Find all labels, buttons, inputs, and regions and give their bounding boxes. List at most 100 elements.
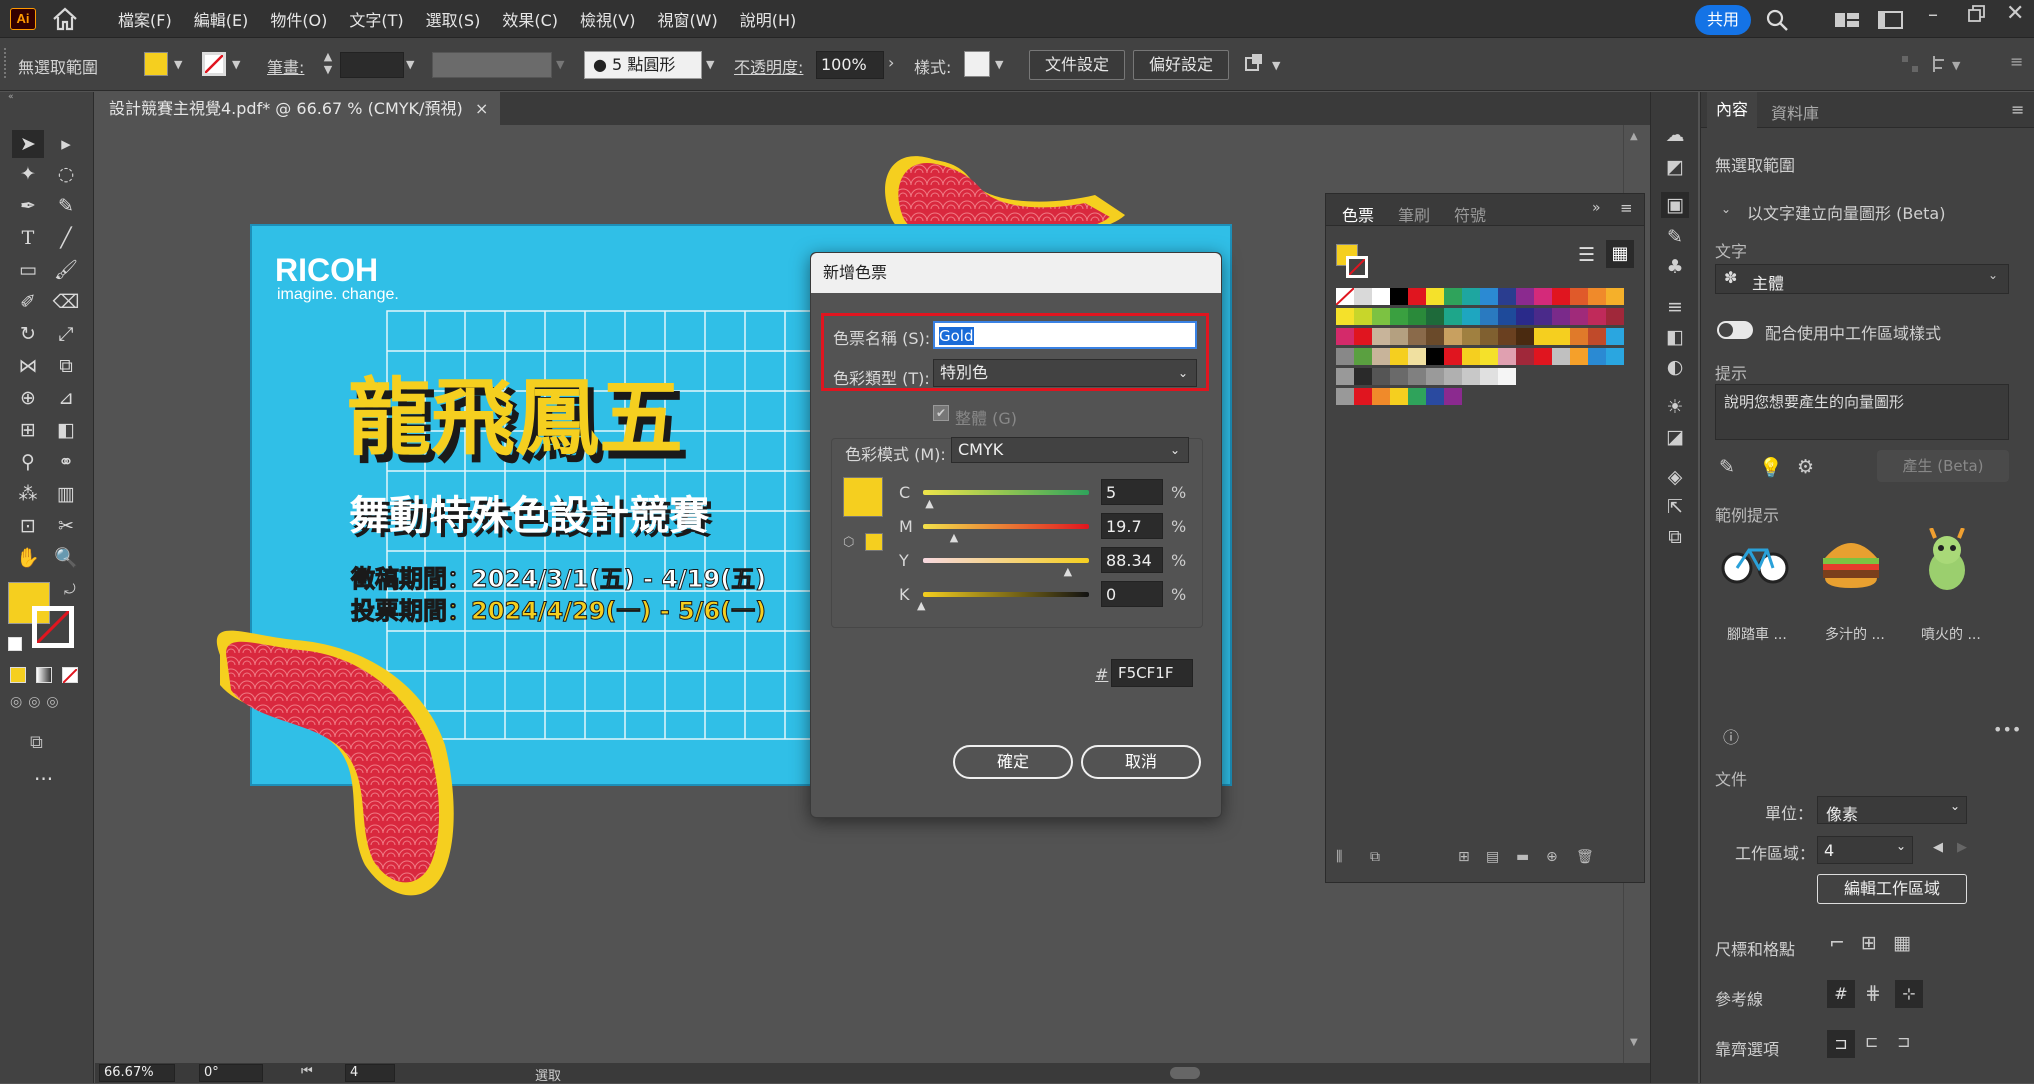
gamut-swatch[interactable] (865, 533, 883, 551)
swatch-cell[interactable] (1552, 308, 1570, 325)
hand-tool-icon[interactable]: ✋ (12, 544, 44, 572)
stroke-stepper[interactable]: ▲ ▼ (320, 50, 336, 78)
stroke-panel-icon[interactable]: ≡ (1661, 294, 1689, 320)
align-icon[interactable] (1900, 54, 1920, 78)
swatch-cell[interactable] (1498, 328, 1516, 345)
lightbulb-icon[interactable]: 💡 (1759, 456, 1783, 479)
brush-definition[interactable]: ● 5 點圓形 (584, 51, 702, 79)
swatch-cell[interactable] (1354, 328, 1372, 345)
tab-symbols[interactable]: 符號 (1454, 202, 1486, 226)
swatch-cell[interactable] (1462, 308, 1480, 325)
variable-width-profile[interactable] (432, 52, 552, 78)
zoom-field[interactable]: 66.67% (99, 1064, 175, 1082)
hex-field[interactable]: F5CF1F (1111, 659, 1193, 687)
swatch-cell[interactable] (1498, 348, 1516, 365)
swatch-cell[interactable] (1408, 388, 1426, 405)
swatch-cell[interactable] (1354, 308, 1372, 325)
rotate-tool-icon[interactable]: ↻ (12, 320, 44, 348)
swatch-cell[interactable] (1390, 328, 1408, 345)
properties-icon[interactable]: ▣ (1661, 192, 1689, 218)
tab-brushes[interactable]: 筆刷 (1398, 202, 1430, 226)
swatch-cell[interactable] (1516, 348, 1534, 365)
arrange-documents-icon[interactable] (1834, 10, 1860, 34)
eyedropper-tool-icon[interactable]: ⚲ (12, 448, 44, 476)
swatch-cell[interactable] (1534, 308, 1552, 325)
shape-builder-tool-icon[interactable]: ⊕ (12, 384, 44, 412)
brushes-icon[interactable]: ✎ (1661, 224, 1689, 250)
swatch-cell[interactable] (1552, 288, 1570, 305)
swatch-cell[interactable] (1372, 288, 1390, 305)
swatch-cell[interactable] (1444, 368, 1462, 385)
lock-guides-icon[interactable]: ⋕ (1865, 982, 1881, 1004)
menu-window[interactable]: 視窗(W) (657, 7, 717, 31)
snap-pixel-icon[interactable]: ⊏ (1865, 1032, 1878, 1051)
swatch-cell[interactable] (1498, 368, 1516, 385)
width-tool-icon[interactable]: ⋈ (12, 352, 44, 380)
swatch-cell[interactable] (1390, 368, 1408, 385)
swatch-options-icon[interactable]: ⊞ (1458, 849, 1470, 865)
style-swatch[interactable] (964, 51, 990, 77)
swatch-cell[interactable] (1372, 328, 1390, 345)
chevron-down-icon[interactable]: ▼ (232, 58, 240, 71)
swatch-cell[interactable] (1570, 348, 1588, 365)
swatch-cell[interactable] (1336, 368, 1354, 385)
scroll-up-icon[interactable]: ▲ (1630, 131, 1638, 142)
free-transform-tool-icon[interactable]: ⧉ (50, 352, 82, 380)
chevron-right-icon[interactable]: › (888, 53, 894, 72)
swatch-cell[interactable] (1534, 328, 1552, 345)
blend-tool-icon[interactable]: ⚭ (50, 448, 82, 476)
info-icon[interactable]: ⓘ (1723, 724, 1739, 748)
swap-colors-icon[interactable]: ⤾ (64, 582, 76, 598)
swatch-cell[interactable] (1534, 348, 1552, 365)
swatch-cell[interactable] (1426, 348, 1444, 365)
trash-icon[interactable]: 🗑 (1576, 849, 1594, 865)
swatch-cell[interactable] (1444, 288, 1462, 305)
chevron-down-icon[interactable]: ▼ (706, 58, 714, 71)
cancel-button[interactable]: 取消 (1081, 745, 1201, 779)
stroke-weight-field[interactable] (340, 52, 404, 78)
search-icon[interactable] (1765, 8, 1789, 36)
libraries-icon[interactable]: ☁ (1661, 122, 1689, 148)
graph-tool-icon[interactable]: ▥ (50, 480, 82, 508)
share-button[interactable]: 共用 (1695, 5, 1751, 35)
text-to-vector-title[interactable]: 以文字建立向量圖形 (Beta) (1747, 200, 1945, 224)
type-tool-icon[interactable]: T (12, 224, 44, 252)
screen-mode-icon[interactable]: ⧉ (30, 732, 43, 753)
menu-file[interactable]: 檔案(F) (118, 7, 172, 31)
stroke-swatch[interactable] (202, 52, 226, 76)
swatch-cell[interactable] (1444, 348, 1462, 365)
swatch-cell[interactable] (1606, 288, 1624, 305)
swatch-cell[interactable] (1462, 288, 1480, 305)
swatch-cell[interactable] (1408, 288, 1426, 305)
tab-swatches[interactable]: 色票 (1342, 202, 1374, 226)
export-icon[interactable]: ⇱ (1661, 494, 1689, 520)
out-of-gamut-icon[interactable]: ⬡ (843, 535, 854, 550)
artboards-icon[interactable]: ⧉ (1661, 524, 1689, 550)
swatch-cell[interactable] (1336, 328, 1354, 345)
swatch-cell[interactable] (1498, 308, 1516, 325)
swatch-cell[interactable] (1480, 348, 1498, 365)
swatch-cell[interactable] (1444, 328, 1462, 345)
swatch-cell[interactable] (1426, 308, 1444, 325)
menu-effect[interactable]: 效果(C) (502, 7, 558, 31)
artboard-tool-icon[interactable]: ⊡ (12, 512, 44, 540)
snap-glyph-icon[interactable]: ⊐ (1897, 1032, 1910, 1051)
document-setup-button[interactable]: 文件設定 (1029, 50, 1125, 80)
draw-mode-icons[interactable]: ◎◎◎ (10, 694, 82, 714)
new-swatch-icon[interactable]: ⊕ (1546, 849, 1558, 865)
expand-icon[interactable]: » (1592, 200, 1601, 216)
horizontal-scroll-thumb[interactable] (1170, 1067, 1200, 1079)
asset-export-icon[interactable]: ◩ (1661, 154, 1689, 180)
appearance-icon[interactable]: ☀ (1661, 394, 1689, 420)
swatch-cell[interactable] (1480, 288, 1498, 305)
list-view-icon[interactable]: ☰ (1578, 244, 1595, 266)
swatch-cell[interactable] (1498, 288, 1516, 305)
swatch-name-input[interactable]: Gold (933, 321, 1197, 349)
channel-k-field[interactable]: 0 (1101, 581, 1163, 607)
minimize-icon[interactable]: – (1928, 2, 1938, 26)
swatch-cell[interactable] (1588, 308, 1606, 325)
swatch-cell[interactable] (1408, 368, 1426, 385)
menu-select[interactable]: 選取(S) (426, 7, 481, 31)
swatch-cell[interactable] (1336, 348, 1354, 365)
magic-wand-tool-icon[interactable]: ✦ (12, 160, 44, 188)
